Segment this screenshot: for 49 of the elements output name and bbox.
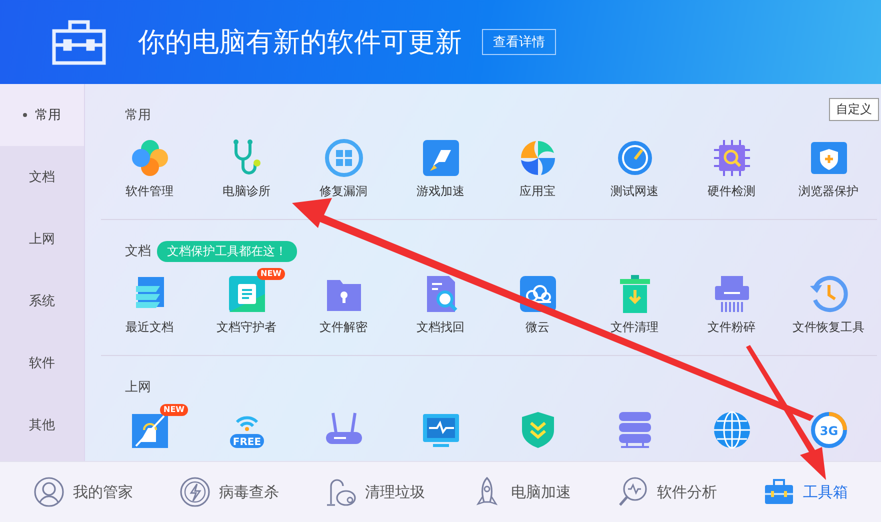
tool-item[interactable]: 文档找回 <box>392 266 489 335</box>
tool-item[interactable]: 测试网速 <box>586 130 683 199</box>
tool-item[interactable]: 文件粉碎 <box>683 266 780 335</box>
banner-title: 你的电脑有新的软件可更新 <box>138 26 462 60</box>
vacuum-icon <box>325 476 357 508</box>
chip-icon <box>712 138 752 178</box>
tool-item[interactable]: 修复漏洞 <box>295 130 392 199</box>
tool-item[interactable]: 应用宝 <box>489 130 586 199</box>
tool-item[interactable]: 软件管理 <box>101 130 198 199</box>
rocket-tile-icon <box>420 138 460 178</box>
sidebar-item[interactable]: 上网 <box>0 208 84 270</box>
nav-tab[interactable]: 清理垃圾 <box>325 476 425 508</box>
customize-button[interactable]: 自定义 <box>829 98 879 121</box>
sidebar-item[interactable]: 常用 <box>0 84 84 146</box>
tool-item[interactable]: 最近文档 <box>101 266 198 335</box>
globe-icon[interactable] <box>712 410 752 450</box>
nav-tab[interactable]: 工具箱 <box>763 476 848 508</box>
nav-tab[interactable]: 软件分析 <box>617 476 717 508</box>
windows-refresh-icon <box>324 138 364 178</box>
tool-item[interactable]: 文件恢复工具 <box>780 266 877 335</box>
section-title: 上网 <box>125 379 151 396</box>
magnifier-icon <box>617 476 649 508</box>
sidebar-item[interactable]: 系统 <box>0 270 84 332</box>
tool-item[interactable]: 硬件检测 <box>683 130 780 199</box>
document-icon <box>226 274 266 314</box>
section-title: 文档 <box>125 243 151 260</box>
nav-tab[interactable]: 病毒查杀 <box>179 476 279 508</box>
tip-bubble: 文档保护工具都在这！ <box>157 240 297 262</box>
bullet-icon <box>23 113 27 117</box>
briefcase-icon <box>52 19 106 65</box>
tool-item[interactable]: NEW 文档守护者 <box>198 266 295 335</box>
sidebar-item[interactable]: 软件 <box>0 332 84 394</box>
tool-item[interactable]: 电脑诊所 <box>198 130 295 199</box>
tool-item[interactable]: 游戏加速 <box>392 130 489 199</box>
tool-item[interactable]: 文件清理 <box>586 266 683 335</box>
view-details-button[interactable]: 查看详情 <box>482 29 556 55</box>
sidebar-item[interactable]: 其他 <box>0 394 84 456</box>
new-badge: NEW <box>160 404 188 416</box>
nav-tab[interactable]: 电脑加速 <box>471 476 571 508</box>
tool-item[interactable]: 文件解密 <box>295 266 392 335</box>
clock-restore-icon <box>808 274 848 314</box>
tool-item[interactable]: 浏览器保护 <box>780 130 877 199</box>
clover-icon <box>130 138 170 178</box>
nav-tab[interactable]: 我的管家 <box>33 476 133 508</box>
new-badge: NEW <box>256 268 286 280</box>
section-title: 常用 <box>125 107 151 124</box>
person-icon <box>33 476 65 508</box>
sidebar-item[interactable]: 文档 <box>0 146 84 208</box>
lightning-circle-icon <box>179 476 211 508</box>
